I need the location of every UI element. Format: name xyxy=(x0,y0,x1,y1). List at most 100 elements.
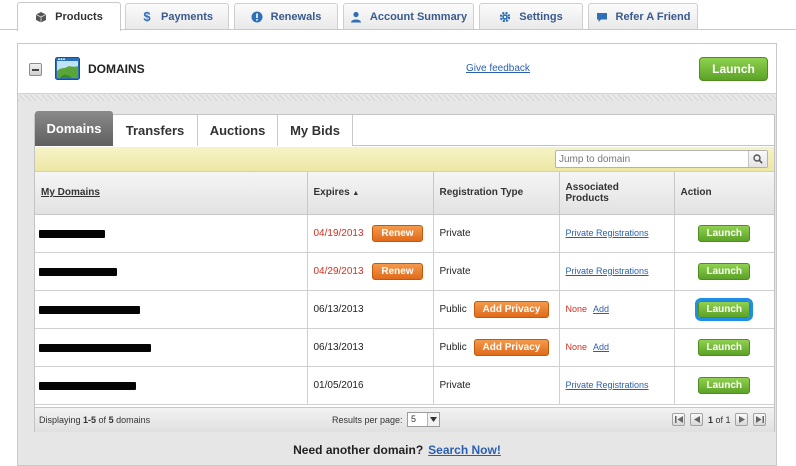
tab-refer-a-friend[interactable]: Refer A Friend xyxy=(588,3,698,29)
subtab-auctions[interactable]: Auctions xyxy=(198,115,278,146)
collapse-button[interactable] xyxy=(29,63,42,76)
launch-row-button[interactable]: Launch xyxy=(698,224,751,242)
display-count: Displaying 1-5 of 5 domains xyxy=(39,415,151,425)
redaction-bar xyxy=(39,381,136,390)
registration-type-cell: Private xyxy=(433,252,560,291)
tab-products[interactable]: Products xyxy=(17,2,121,31)
table-row: 06/13/2013 Public Add Privacy None Add La… xyxy=(35,328,774,367)
domains-card: Domains Transfers Auctions My Bids My Do… xyxy=(34,111,775,432)
associated-products-cell: Private Registrations xyxy=(559,366,675,405)
add-product-link[interactable]: Add xyxy=(593,304,609,314)
redaction-bar xyxy=(39,343,151,352)
tab-label: Settings xyxy=(519,10,563,23)
domain-name-redacted[interactable] xyxy=(35,290,308,329)
tab-label: Renewals xyxy=(270,10,322,23)
jump-to-domain-input[interactable] xyxy=(556,151,748,167)
registration-type-cell: Public Add Privacy xyxy=(433,328,560,367)
table-row: 04/19/2013 Renew Private Private Registr… xyxy=(35,214,774,253)
panel-header: DOMAINS Give feedback Launch xyxy=(18,44,776,94)
action-cell: Launch xyxy=(674,328,774,367)
private-registrations-link[interactable]: Private Registrations xyxy=(566,228,649,238)
dollar-icon: $ xyxy=(143,9,151,24)
last-page-icon xyxy=(755,416,764,423)
expires-cell: 04/29/2013 Renew xyxy=(307,252,434,291)
header-my-domains[interactable]: My Domains xyxy=(35,172,308,215)
tab-settings[interactable]: Settings xyxy=(479,3,583,29)
search-prompt: Need another domain? Search Now! xyxy=(293,442,501,457)
domain-name-redacted[interactable] xyxy=(35,252,308,291)
give-feedback-link[interactable]: Give feedback xyxy=(466,63,530,74)
private-registrations-link[interactable]: Private Registrations xyxy=(566,266,649,276)
results-per-page-label: Results per page: xyxy=(332,415,403,425)
associated-products-cell: None Add xyxy=(559,328,675,367)
launch-row-button[interactable]: Launch xyxy=(698,338,751,356)
registration-type-cell: Private xyxy=(433,214,560,253)
associated-products-cell: Private Registrations xyxy=(559,252,675,291)
domain-name-redacted[interactable] xyxy=(35,214,308,253)
table-row: 06/13/2013 Public Add Privacy None Add La… xyxy=(35,290,774,329)
panel-title: DOMAINS xyxy=(88,62,145,76)
domains-panel: DOMAINS Give feedback Launch Domains Tra… xyxy=(17,43,777,466)
subtab-transfers[interactable]: Transfers xyxy=(113,115,198,146)
launch-row-button[interactable]: Launch xyxy=(698,376,751,394)
redaction-bar xyxy=(39,267,117,276)
launch-button[interactable]: Launch xyxy=(699,57,768,81)
registration-type-cell: Public Add Privacy xyxy=(433,290,560,329)
expires-cell: 06/13/2013 xyxy=(307,290,434,329)
domain-name-redacted[interactable] xyxy=(35,366,308,405)
sort-ascending-icon: ▲ xyxy=(352,190,360,198)
tab-label: Account Summary xyxy=(369,10,468,23)
next-page-button[interactable] xyxy=(735,413,748,426)
redaction-bar xyxy=(39,305,140,314)
launch-row-button-highlighted[interactable]: Launch xyxy=(695,297,754,321)
chat-icon xyxy=(596,11,608,23)
tab-label: Payments xyxy=(161,10,213,23)
sub-tab-bar: Domains Transfers Auctions My Bids xyxy=(35,111,774,146)
search-button[interactable] xyxy=(748,151,767,167)
first-page-icon xyxy=(674,416,683,423)
tab-label: Products xyxy=(55,11,103,23)
renew-button[interactable]: Renew xyxy=(372,224,423,242)
subtab-domains[interactable]: Domains xyxy=(35,111,113,146)
subtab-my-bids[interactable]: My Bids xyxy=(278,115,353,146)
alert-icon xyxy=(251,11,263,23)
box-icon xyxy=(35,11,47,23)
add-product-link[interactable]: Add xyxy=(593,342,609,352)
expires-cell: 06/13/2013 xyxy=(307,328,434,367)
launch-row-button[interactable]: Launch xyxy=(698,262,751,280)
previous-page-icon xyxy=(693,416,700,423)
action-cell: Launch xyxy=(674,366,774,405)
tab-renewals[interactable]: Renewals xyxy=(234,3,338,29)
panel-divider xyxy=(18,95,776,101)
results-per-page-select[interactable]: 5 xyxy=(407,412,440,427)
action-cell: Launch xyxy=(674,252,774,291)
top-tab-bar: Products $ Payments Renewals Account Sum… xyxy=(0,0,796,31)
last-page-button[interactable] xyxy=(753,413,766,426)
expires-cell: 01/05/2016 xyxy=(307,366,434,405)
user-icon xyxy=(350,11,362,23)
domain-name-redacted[interactable] xyxy=(35,328,308,367)
tab-account-summary[interactable]: Account Summary xyxy=(343,3,474,29)
table-row: 01/05/2016 Private Private Registrations… xyxy=(35,366,774,405)
associated-products-cell: None Add xyxy=(559,290,675,329)
search-icon xyxy=(753,154,763,164)
filter-bar xyxy=(35,147,774,172)
table-footer: Displaying 1-5 of 5 domains Results per … xyxy=(35,407,774,432)
search-now-link[interactable]: Search Now! xyxy=(428,443,501,457)
header-action: Action xyxy=(674,172,774,215)
add-privacy-button[interactable]: Add Privacy xyxy=(473,338,550,356)
tab-label: Refer A Friend xyxy=(615,10,691,23)
action-cell: Launch xyxy=(674,290,774,329)
previous-page-button[interactable] xyxy=(690,413,703,426)
next-page-icon xyxy=(738,416,745,423)
first-page-button[interactable] xyxy=(672,413,685,426)
private-registrations-link[interactable]: Private Registrations xyxy=(566,380,649,390)
header-expires[interactable]: Expires ▲ xyxy=(307,172,434,215)
jump-to-domain-box xyxy=(555,150,768,168)
associated-products-cell: Private Registrations xyxy=(559,214,675,253)
table-row: 04/29/2013 Renew Private Private Registr… xyxy=(35,252,774,291)
renew-button[interactable]: Renew xyxy=(372,262,423,280)
tab-payments[interactable]: $ Payments xyxy=(125,3,229,29)
registration-type-cell: Private xyxy=(433,366,560,405)
add-privacy-button[interactable]: Add Privacy xyxy=(473,300,550,318)
